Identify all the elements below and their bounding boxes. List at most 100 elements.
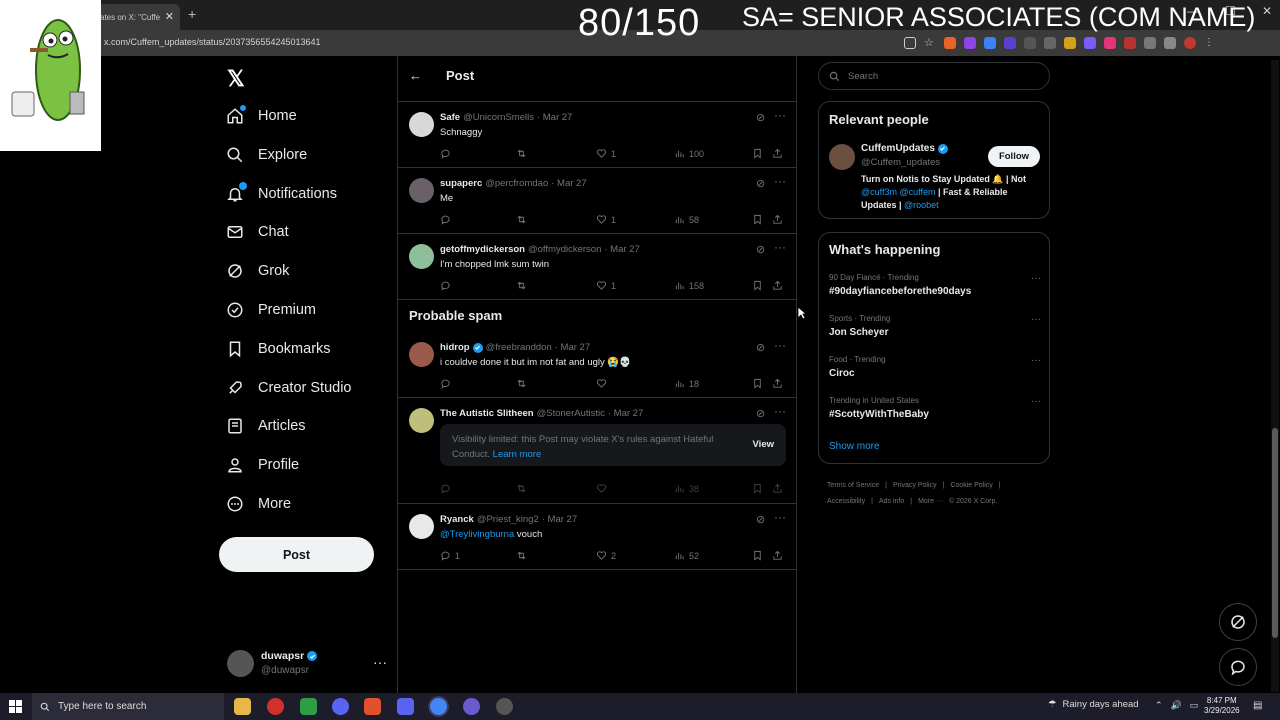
bookmark-icon[interactable] [752,148,763,159]
author-handle[interactable]: @Priest_king2 [477,514,539,525]
extension-icon-2[interactable] [964,37,976,49]
like-icon[interactable]: 1 [596,214,616,225]
nav-grok[interactable]: Grok [226,257,289,285]
author-handle[interactable]: @offmydickerson [528,244,601,255]
cast-icon[interactable] [904,37,916,49]
trend-item[interactable]: Trending in United States #ScottyWithThe… [829,396,1041,420]
mention-link[interactable]: @Treylivingburna [440,529,514,540]
footer-link[interactable]: Privacy Policy [893,482,937,489]
network-icon[interactable]: ▭ [1190,700,1199,711]
mention-link[interactable]: @cuff3m [861,187,897,197]
grok-float-button[interactable] [1219,603,1257,641]
avatar[interactable] [409,178,434,203]
opera-icon[interactable] [267,698,284,715]
footer-link[interactable]: Accessibility [827,498,865,505]
notification-center-icon[interactable]: ▤ [1253,700,1262,711]
more-icon[interactable]: ··· [774,404,786,418]
nav-profile[interactable]: Profile [226,451,299,479]
like-icon[interactable] [596,378,611,389]
views-icon[interactable]: 58 [674,214,699,225]
extension-icon-10[interactable] [1124,37,1136,49]
author-handle[interactable]: @percfromdao [485,178,548,189]
x-logo[interactable]: 𝕏 [227,66,245,92]
author-handle[interactable]: @freebranddon [486,342,552,353]
reply-tweet[interactable]: The Autistic Slitheen @StonerAutistic · … [398,398,797,504]
trend-more-icon[interactable]: ··· [1031,355,1041,366]
view-button[interactable]: View [753,439,774,450]
author-name[interactable]: supaperc [440,178,482,189]
share-icon[interactable] [772,148,783,159]
extension-icon-8[interactable] [1084,37,1096,49]
trend-more-icon[interactable]: ··· [1031,314,1041,325]
bookmark-icon[interactable] [752,550,763,561]
reply-tweet[interactable]: getoffmydickerson @offmydickerson · Mar … [398,234,797,300]
avatar[interactable] [829,144,855,170]
app-icon[interactable] [463,698,480,715]
account-menu-icon[interactable]: ··· [373,654,387,670]
post-button[interactable]: Post [219,537,374,572]
more-icon[interactable]: ··· [774,108,786,122]
window-close-icon[interactable]: ✕ [1262,4,1272,18]
brave-icon[interactable] [364,698,381,715]
extension-icon-6[interactable] [1044,37,1056,49]
app-icon[interactable] [496,698,513,715]
chevron-up-icon[interactable]: ⌃ [1155,700,1163,711]
chrome-icon[interactable] [430,698,447,715]
back-arrow-icon[interactable]: ← [409,68,422,83]
post-date[interactable]: · Mar 27 [542,514,577,525]
bookmark-icon[interactable] [752,483,763,494]
views-icon[interactable]: 38 [674,483,699,494]
new-tab-button[interactable]: + [188,6,196,22]
footer-link[interactable]: Cookie Policy [950,482,992,489]
share-icon[interactable] [772,214,783,225]
reply-tweet[interactable]: supaperc @percfromdao · Mar 27 ⊘ ··· Me … [398,168,797,234]
grok-icon[interactable]: ⊘ [756,111,765,124]
search-input[interactable]: Search [818,62,1050,90]
windows-start-icon[interactable] [9,700,22,713]
avatar[interactable] [409,244,434,269]
like-icon[interactable]: 1 [596,280,616,291]
mention-link[interactable]: @cuffem [900,187,936,197]
footer-link[interactable]: Ads info [879,498,904,505]
nav-bookmarks[interactable]: Bookmarks [226,335,331,363]
repost-icon[interactable] [516,550,527,561]
profile-icon[interactable] [1184,37,1196,49]
like-icon[interactable]: 2 [596,550,616,561]
nav-chat[interactable]: Chat [226,218,289,246]
author-handle[interactable]: @UnicornSmells [463,112,534,123]
reply-icon[interactable]: 1 [440,550,460,561]
reply-icon[interactable] [440,378,455,389]
lock-app-icon[interactable] [300,698,317,715]
author-name[interactable]: getoffmydickerson [440,244,525,255]
nav-more[interactable]: More [226,490,291,518]
learn-more-link[interactable]: Learn more [493,449,542,460]
reply-icon[interactable] [440,148,455,159]
extension-icon-4[interactable] [1004,37,1016,49]
repost-icon[interactable] [516,378,527,389]
grok-icon[interactable]: ⊘ [756,341,765,354]
extension-icon-5[interactable] [1024,37,1036,49]
views-icon[interactable]: 100 [674,148,704,159]
taskbar-search-input[interactable]: Type here to search [32,693,224,720]
views-icon[interactable]: 18 [674,378,699,389]
post-date[interactable]: · Mar 27 [608,408,643,419]
post-date[interactable]: · Mar 27 [604,244,639,255]
author-name[interactable]: hidrop [440,342,470,353]
show-more-link[interactable]: Show more [829,441,880,452]
author-handle[interactable]: @StonerAutistic [537,408,605,419]
file-explorer-icon[interactable] [234,698,251,715]
menu-icon[interactable]: ⋮ [1204,37,1216,49]
share-icon[interactable] [772,378,783,389]
follow-button[interactable]: Follow [988,146,1040,167]
extension-icon-3[interactable] [984,37,996,49]
author-name[interactable]: The Autistic Slitheen [440,408,534,419]
post-date[interactable]: · Mar 27 [537,112,572,123]
volume-icon[interactable]: 🔊 [1171,700,1182,711]
taskbar-clock[interactable]: 8:47 PM 3/29/2026 [1204,696,1240,716]
more-icon[interactable]: ··· [774,338,786,352]
trend-more-icon[interactable]: ··· [1031,273,1041,284]
extension-icon-9[interactable] [1104,37,1116,49]
reply-tweet[interactable]: Ryanck @Priest_king2 · Mar 27 ⊘ ··· @Tre… [398,504,797,570]
repost-icon[interactable] [516,148,527,159]
reply-icon[interactable] [440,214,455,225]
